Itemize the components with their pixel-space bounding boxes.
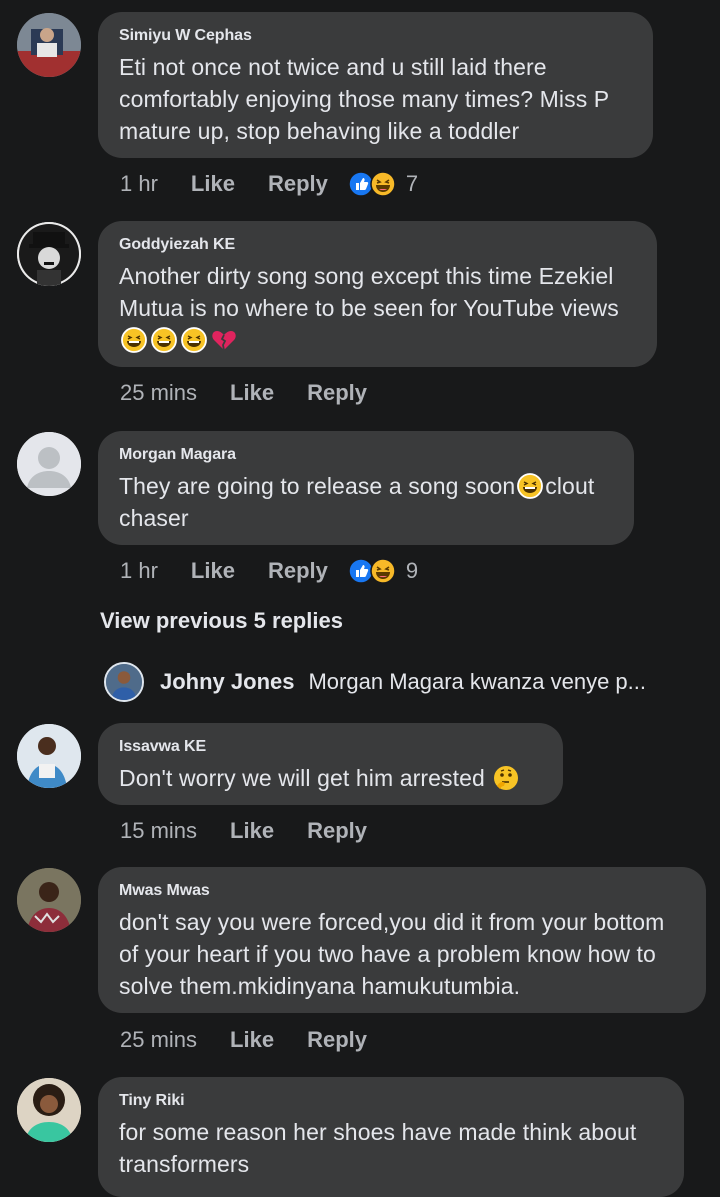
- comment-bubble: Tiny Riki for some reason her shoes have…: [98, 1077, 684, 1197]
- comment-text: Don't worry we will get him arrested: [119, 762, 542, 794]
- reply-button[interactable]: Reply: [307, 380, 367, 406]
- view-previous-replies-link[interactable]: View previous 5 replies: [100, 608, 343, 634]
- avatar[interactable]: [17, 13, 81, 77]
- haha-reaction-icon: [370, 171, 396, 197]
- comment-author[interactable]: Simiyu W Cephas: [119, 26, 632, 46]
- avatar[interactable]: [17, 222, 81, 286]
- comment-actions: 1 hr Like Reply 7: [120, 168, 418, 200]
- reply-button[interactable]: Reply: [307, 1027, 367, 1053]
- reply-preview[interactable]: Johny Jones Morgan Magara kwanza venye p…: [104, 660, 646, 704]
- like-button[interactable]: Like: [230, 818, 274, 844]
- comment-author[interactable]: Tiny Riki: [119, 1091, 663, 1111]
- comment-author[interactable]: Morgan Magara: [119, 445, 613, 465]
- reply-text: Morgan Magara kwanza venye p...: [308, 669, 646, 694]
- reaction-count: 7: [405, 171, 419, 196]
- comment-time[interactable]: 1 hr: [120, 558, 158, 584]
- avatar[interactable]: [17, 868, 81, 932]
- reaction-summary[interactable]: 9: [348, 558, 418, 584]
- comment-time[interactable]: 1 hr: [120, 171, 158, 197]
- comment-time[interactable]: 25 mins: [120, 380, 197, 406]
- comment-bubble: Mwas Mwas don't say you were forced,you …: [98, 867, 706, 1013]
- haha-reaction-icon: [370, 558, 396, 584]
- comment-author[interactable]: Mwas Mwas: [119, 881, 685, 901]
- reply-button[interactable]: Reply: [268, 558, 328, 584]
- reply-author: Johny Jones: [160, 669, 295, 694]
- comment-author[interactable]: Goddyiezah KE: [119, 235, 636, 255]
- comment-bubble: Morgan Magara They are going to release …: [98, 431, 634, 545]
- reaction-summary[interactable]: 7: [348, 171, 418, 197]
- tears-of-joy-emoji: [516, 472, 544, 500]
- comment-text: They are going to release a song soon clo…: [119, 470, 613, 534]
- comment-text: Eti not once not twice and u still laid …: [119, 54, 609, 144]
- tears-of-joy-emoji: [180, 326, 208, 354]
- like-button[interactable]: Like: [230, 380, 274, 406]
- comment-author[interactable]: Issavwa KE: [119, 737, 542, 757]
- thinking-face-emoji: [492, 764, 520, 792]
- tears-of-joy-emoji: [120, 326, 148, 354]
- comment-text-start: They are going to release a song soon: [119, 473, 516, 499]
- comment-text: Another dirty song song except this time…: [119, 260, 636, 356]
- comment-text-body: Another dirty song song except this time…: [119, 263, 619, 321]
- comment-text-body: Don't worry we will get him arrested: [119, 765, 485, 791]
- avatar[interactable]: [17, 1078, 81, 1142]
- comment-bubble: Simiyu W Cephas Eti not once not twice a…: [98, 12, 653, 158]
- comment-actions: 25 mins Like Reply: [120, 377, 387, 409]
- reply-button[interactable]: Reply: [268, 171, 328, 197]
- broken-heart-emoji: [210, 326, 238, 354]
- reaction-count: 9: [405, 558, 419, 583]
- comment-actions: 25 mins Like Reply: [120, 1024, 387, 1056]
- comment-time[interactable]: 15 mins: [120, 818, 197, 844]
- avatar[interactable]: [17, 432, 81, 496]
- comment-actions: 1 hr Like Reply 9: [120, 555, 418, 587]
- avatar: [104, 662, 144, 702]
- reply-button[interactable]: Reply: [307, 818, 367, 844]
- comment-text: for some reason her shoes have made thin…: [119, 1119, 637, 1177]
- avatar[interactable]: [17, 724, 81, 788]
- comment-bubble: Goddyiezah KE Another dirty song song ex…: [98, 221, 657, 367]
- comment-time[interactable]: 25 mins: [120, 1027, 197, 1053]
- comment-actions: 15 mins Like Reply: [120, 815, 387, 847]
- like-button[interactable]: Like: [191, 171, 235, 197]
- tears-of-joy-emoji: [150, 326, 178, 354]
- comment-bubble: Issavwa KE Don't worry we will get him a…: [98, 723, 563, 805]
- comment-text: don't say you were forced,you did it fro…: [119, 909, 665, 999]
- like-button[interactable]: Like: [230, 1027, 274, 1053]
- like-button[interactable]: Like: [191, 558, 235, 584]
